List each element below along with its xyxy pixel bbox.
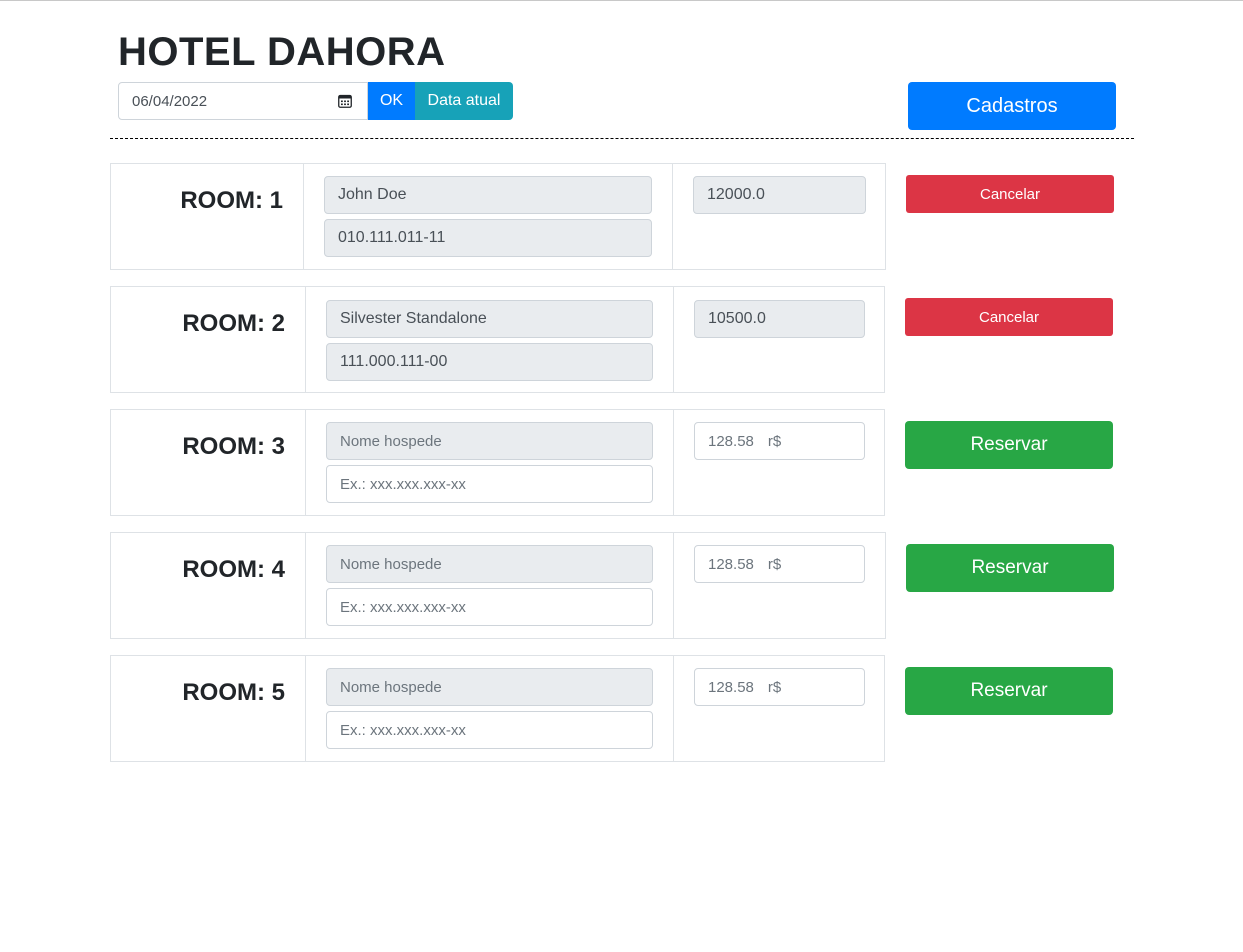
reserve-button-room-5[interactable]: Reservar bbox=[905, 667, 1113, 715]
guest-name-input[interactable]: Nome hospede bbox=[326, 422, 653, 460]
price-field[interactable]: 12000.0 bbox=[693, 176, 866, 214]
current-date-button[interactable]: Data atual bbox=[415, 82, 513, 120]
room-label: ROOM: 2 bbox=[111, 287, 306, 392]
guest-name-field[interactable]: Silvester Standalone bbox=[326, 300, 653, 338]
room-label: ROOM: 5 bbox=[111, 656, 306, 761]
room-label: ROOM: 3 bbox=[111, 410, 306, 515]
price-unit: r$ bbox=[767, 555, 782, 573]
hotel-title: HOTEL DAHORA bbox=[118, 30, 446, 74]
guest-name-input[interactable]: Nome hospede bbox=[326, 545, 653, 583]
cell-divider bbox=[673, 410, 674, 515]
cell-divider bbox=[673, 533, 674, 638]
price-placeholder: 128.58 bbox=[708, 555, 754, 573]
price-placeholder: 128.58 bbox=[708, 432, 754, 450]
cadastros-button[interactable]: Cadastros bbox=[908, 82, 1116, 130]
guest-cpf-input[interactable]: Ex.: xxx.xxx.xxx-xx bbox=[326, 465, 653, 503]
cancel-button-room-2[interactable]: Cancelar bbox=[905, 298, 1113, 336]
price-field[interactable]: 10500.0 bbox=[694, 300, 865, 338]
guest-cpf-input[interactable]: Ex.: xxx.xxx.xxx-xx bbox=[326, 588, 653, 626]
room-card-3: ROOM: 3 Nome hospede Ex.: xxx.xxx.xxx-xx… bbox=[110, 409, 885, 516]
date-value: 06/04/2022 bbox=[132, 92, 208, 110]
price-input[interactable]: 128.58 r$ bbox=[694, 545, 865, 583]
price-input[interactable]: 128.58 r$ bbox=[694, 422, 865, 460]
room-label: ROOM: 4 bbox=[111, 533, 306, 638]
cancel-button-room-1[interactable]: Cancelar bbox=[906, 175, 1114, 213]
guest-cpf-field[interactable]: 010.111.011-11 bbox=[324, 219, 652, 257]
cell-divider bbox=[672, 164, 673, 269]
room-label: ROOM: 1 bbox=[111, 164, 304, 269]
cell-divider bbox=[673, 656, 674, 761]
header-divider bbox=[110, 138, 1134, 139]
room-card-1: ROOM: 1 John Doe 010.111.011-11 12000.0 bbox=[110, 163, 886, 270]
calendar-icon[interactable] bbox=[338, 94, 352, 108]
price-input[interactable]: 128.58 r$ bbox=[694, 668, 865, 706]
guest-cpf-input[interactable]: Ex.: xxx.xxx.xxx-xx bbox=[326, 711, 653, 749]
price-placeholder: 128.58 bbox=[708, 678, 754, 696]
room-card-4: ROOM: 4 Nome hospede Ex.: xxx.xxx.xxx-xx… bbox=[110, 532, 886, 639]
guest-name-field[interactable]: John Doe bbox=[324, 176, 652, 214]
guest-name-input[interactable]: Nome hospede bbox=[326, 668, 653, 706]
ok-button[interactable]: OK bbox=[368, 82, 415, 120]
price-unit: r$ bbox=[767, 432, 782, 450]
room-card-2: ROOM: 2 Silvester Standalone 111.000.111… bbox=[110, 286, 885, 393]
price-unit: r$ bbox=[767, 678, 782, 696]
date-input[interactable]: 06/04/2022 bbox=[118, 82, 368, 120]
room-card-5: ROOM: 5 Nome hospede Ex.: xxx.xxx.xxx-xx… bbox=[110, 655, 885, 762]
reserve-button-room-4[interactable]: Reservar bbox=[906, 544, 1114, 592]
reserve-button-room-3[interactable]: Reservar bbox=[905, 421, 1113, 469]
cell-divider bbox=[673, 287, 674, 392]
guest-cpf-field[interactable]: 111.000.111-00 bbox=[326, 343, 653, 381]
